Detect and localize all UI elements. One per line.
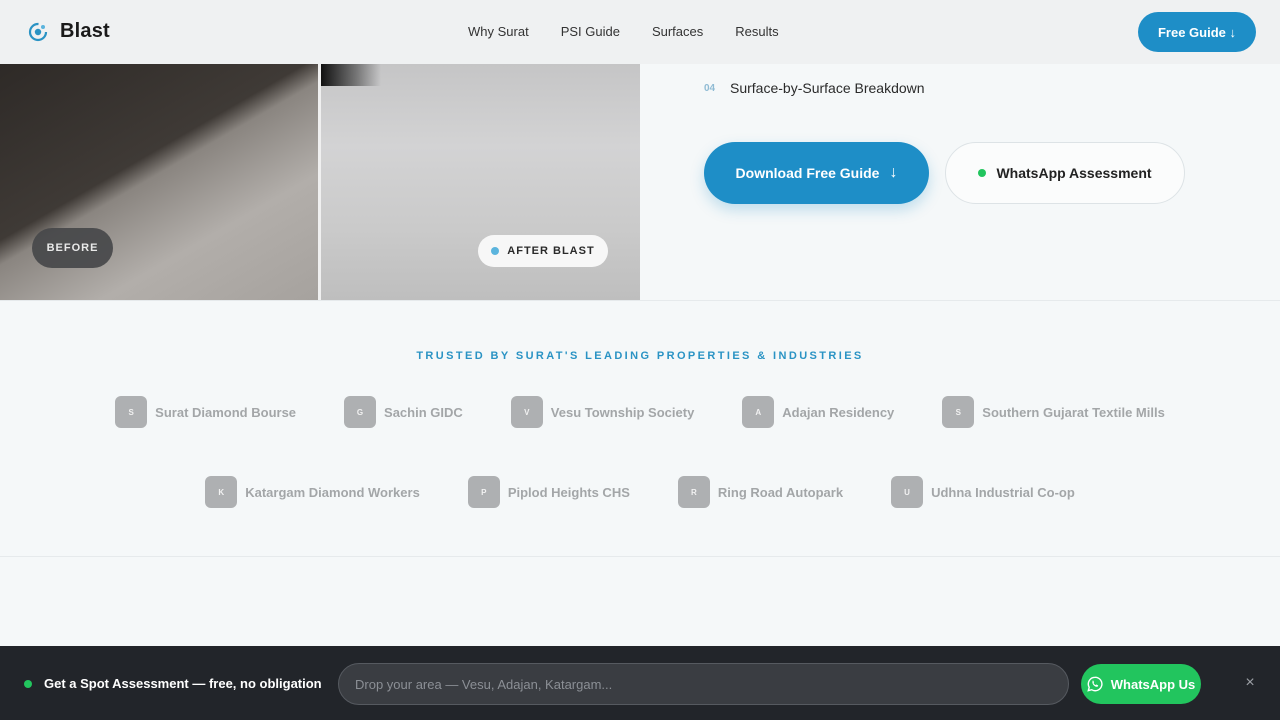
trusted-logos-row-1: S Surat Diamond Bourse G Sachin GIDC V V…: [0, 396, 1280, 428]
logo-name: Surat Diamond Bourse: [155, 404, 297, 420]
logo-initial: V: [510, 396, 543, 428]
logo-name: Ring Road Autopark: [717, 484, 844, 500]
brand-name: Blast: [60, 20, 110, 42]
sticky-assessment-bar: Get a Spot Assessment — free, no obligat…: [0, 646, 1280, 720]
feature-number: 04: [704, 82, 716, 94]
trusted-title: TRUSTED BY SURAT'S LEADING PROPERTIES & …: [416, 350, 864, 362]
blue-dot-icon: [491, 247, 500, 255]
logo-initial: A: [742, 396, 775, 428]
water-drop-icon: [28, 22, 48, 41]
logo-item: K Katargam Diamond Workers: [205, 476, 420, 508]
logo-item: V Vesu Township Society: [510, 396, 695, 428]
whatsapp-us-button[interactable]: WhatsApp Us: [1081, 664, 1201, 704]
logo-name: Sachin GIDC: [384, 404, 463, 420]
free-guide-button[interactable]: Free Guide ↓: [1138, 12, 1256, 52]
logo-item: P Piplod Heights CHS: [467, 476, 630, 508]
after-badge-label: AFTER BLAST: [507, 245, 595, 257]
logo-initial: U: [891, 476, 924, 508]
online-dot-icon: [24, 679, 32, 688]
whatsapp-icon: [1087, 676, 1103, 692]
section-divider: [0, 300, 1280, 301]
arrow-down-icon: ↓: [889, 164, 898, 181]
nav-results[interactable]: Results: [735, 24, 778, 39]
close-icon[interactable]: ×: [1242, 674, 1258, 692]
logo-item: A Adajan Residency: [742, 396, 894, 428]
online-dot-icon: [978, 169, 987, 177]
download-guide-button[interactable]: Download Free Guide ↓: [704, 142, 929, 204]
before-badge: BEFORE: [32, 228, 113, 268]
logo-item: S Southern Gujarat Textile Mills: [942, 396, 1165, 428]
main-nav: Why Surat PSI Guide Surfaces Results: [468, 24, 779, 39]
nav-surfaces[interactable]: Surfaces: [652, 24, 703, 39]
logo-initial: S: [942, 396, 975, 428]
logo-initial: K: [205, 476, 238, 508]
brand[interactable]: Blast: [28, 20, 110, 43]
nav-why-surat[interactable]: Why Surat: [468, 24, 529, 39]
logo-name: Vesu Township Society: [550, 404, 695, 420]
logo-name: Southern Gujarat Textile Mills: [982, 404, 1165, 420]
area-input[interactable]: [338, 663, 1069, 705]
logo-initial: P: [467, 476, 500, 508]
logo-item: S Surat Diamond Bourse: [115, 396, 296, 428]
logo-name: Katargam Diamond Workers: [245, 484, 420, 500]
logo-name: Adajan Residency: [782, 404, 895, 420]
logo-name: Piplod Heights CHS: [507, 484, 630, 500]
download-guide-label: Download Free Guide: [735, 165, 880, 181]
after-badge: AFTER BLAST: [478, 235, 608, 267]
logo-name: Udhna Industrial Co-op: [931, 484, 1075, 500]
logo-initial: R: [677, 476, 710, 508]
logo-item: U Udhna Industrial Co-op: [891, 476, 1075, 508]
whatsapp-assessment-label: WhatsApp Assessment: [996, 165, 1152, 181]
feature-text: Surface-by-Surface Breakdown: [730, 80, 925, 96]
logo-initial: G: [344, 396, 377, 428]
logo-item: G Sachin GIDC: [344, 396, 463, 428]
logo-item: R Ring Road Autopark: [677, 476, 844, 508]
nav-psi-guide[interactable]: PSI Guide: [561, 24, 620, 39]
trusted-logos-row-2: K Katargam Diamond Workers P Piplod Heig…: [0, 476, 1280, 508]
feature-item: 04 Surface-by-Surface Breakdown: [704, 80, 925, 96]
whatsapp-us-label: WhatsApp Us: [1110, 676, 1196, 692]
assessment-label: Get a Spot Assessment — free, no obligat…: [24, 676, 322, 691]
assessment-label-text: Get a Spot Assessment — free, no obligat…: [44, 676, 322, 691]
section-divider: [0, 556, 1280, 557]
site-header: Blast Why Surat PSI Guide Surfaces Resul…: [0, 0, 1280, 64]
whatsapp-assessment-button[interactable]: WhatsApp Assessment: [945, 142, 1185, 204]
logo-initial: S: [115, 396, 148, 428]
